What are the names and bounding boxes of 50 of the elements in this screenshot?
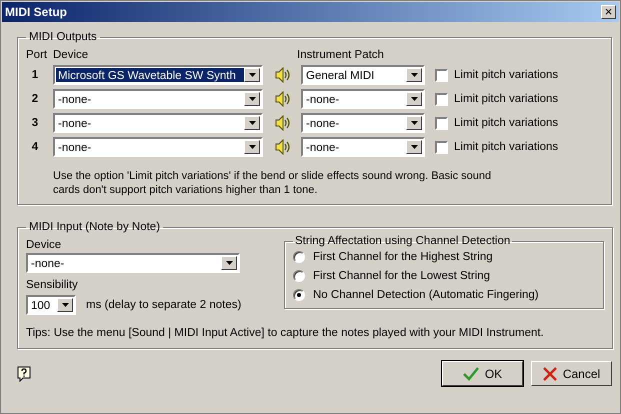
dropdown-field[interactable]: 100 — [26, 295, 76, 315]
port-number: 4 — [30, 141, 40, 153]
port-number: 1 — [30, 69, 40, 81]
radio-label: First Channel for the Highest String — [313, 250, 493, 262]
radio-label: No Channel Detection (Automatic Fingering) — [313, 288, 539, 300]
cross-icon — [542, 366, 557, 380]
field-label: Sensibility — [26, 278, 79, 293]
checkbox-label: Limit pitch variations — [454, 117, 558, 129]
ok-button[interactable]: OK — [442, 361, 523, 386]
dropdown-field[interactable]: General MIDI — [301, 65, 425, 85]
dropdown-field[interactable]: -none- — [26, 253, 240, 273]
hint-text: Use the option 'Limit pitch variations' if the bend or slide effects sound wrong. Basic sound cards don't support pitch variations higher than 1 tone. — [53, 169, 492, 197]
group-title: MIDI Input (Note by Note) — [28, 221, 162, 233]
port-number: 2 — [30, 93, 40, 105]
radio-button[interactable] — [293, 250, 305, 262]
checkbox[interactable] — [435, 140, 448, 154]
speaker-icon[interactable] — [275, 91, 291, 107]
group-title: MIDI Outputs — [28, 31, 98, 43]
port-number: 3 — [30, 117, 40, 129]
checkbox[interactable] — [435, 92, 448, 106]
column-header: Instrument Patch — [297, 49, 384, 61]
dropdown-field[interactable]: -none- — [301, 89, 425, 109]
group-title: String Affectation using Channel Detection — [294, 235, 512, 247]
speaker-icon[interactable] — [275, 139, 291, 155]
speaker-icon[interactable] — [275, 67, 291, 83]
dropdown-field[interactable]: -none- — [53, 137, 263, 157]
speaker-icon[interactable] — [275, 115, 291, 131]
radio-button[interactable] — [293, 288, 305, 300]
checkbox-label: Limit pitch variations — [454, 141, 558, 153]
dropdown-field[interactable]: -none- — [301, 113, 425, 133]
radio-button[interactable] — [293, 270, 305, 282]
checkbox-label: Limit pitch variations — [454, 69, 558, 81]
checkbox[interactable] — [435, 116, 448, 130]
checkbox-label: Limit pitch variations — [454, 93, 558, 105]
check-icon — [462, 366, 479, 380]
field-label: Device — [26, 238, 62, 253]
unit-label: ms (delay to separate 2 notes) — [86, 299, 242, 311]
dropdown-field[interactable]: Microsoft GS Wavetable SW Synth — [53, 65, 263, 85]
checkbox[interactable] — [435, 68, 448, 82]
help-icon[interactable] — [17, 366, 31, 382]
tips-text: Tips: Use the menu [Sound | MIDI Input Active] to capture the notes played with your MIDI Instrument. — [26, 327, 545, 339]
dropdown-field[interactable]: -none- — [53, 89, 263, 109]
dropdown-field[interactable]: -none- — [53, 113, 263, 133]
radio-label: First Channel for the Lowest String — [313, 270, 490, 282]
column-header: Port — [26, 49, 48, 61]
window-title: MIDI Setup — [5, 5, 67, 19]
cancel-button[interactable]: Cancel — [531, 361, 612, 386]
column-header: Device — [53, 49, 90, 61]
close-button[interactable]: × — [601, 5, 616, 19]
dropdown-field[interactable]: -none- — [301, 137, 425, 157]
